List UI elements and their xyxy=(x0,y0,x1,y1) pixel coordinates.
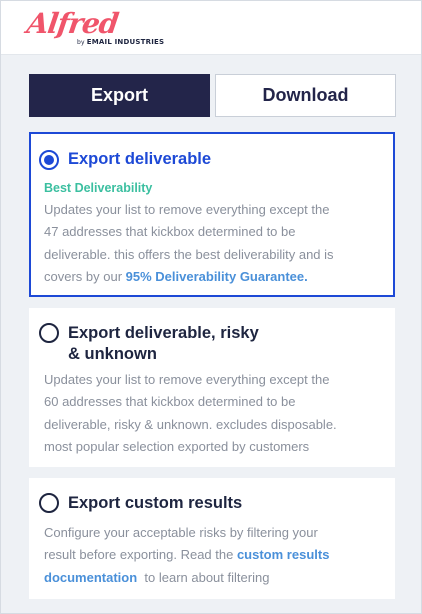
best-deliverability-badge: Best Deliverability xyxy=(44,181,153,195)
logo-wordmark: Alfred xyxy=(24,7,120,40)
radio-export-deliverable-risky-unknown[interactable] xyxy=(39,323,59,343)
radio-export-deliverable[interactable] xyxy=(39,150,59,170)
option-description: Updates your list to remove everything e… xyxy=(44,202,334,284)
option-title-line1: Export deliverable, risky xyxy=(68,324,259,342)
option-export-deliverable-risky-unknown[interactable]: Export deliverable, risky & unknown Upda… xyxy=(29,308,395,467)
option-title-line2: & unknown xyxy=(68,345,157,363)
option-title: Export deliverable xyxy=(68,150,212,168)
alfred-logo: Alfred by EMAIL INDUSTRIES xyxy=(24,7,167,49)
custom-results-link[interactable]: custom results xyxy=(237,547,329,562)
export-tabs: Export Download xyxy=(29,74,396,117)
export-panel: Alfred by EMAIL INDUSTRIES Export Downloa… xyxy=(0,0,422,614)
header: Alfred by EMAIL INDUSTRIES xyxy=(1,1,421,55)
tab-export[interactable]: Export xyxy=(29,74,210,117)
tab-download[interactable]: Download xyxy=(215,74,396,117)
option-export-deliverable[interactable]: Export deliverable Best Deliverability U… xyxy=(29,132,395,297)
documentation-link[interactable]: documentation xyxy=(44,570,137,585)
deliverability-guarantee-link[interactable]: 95% Deliverability Guarantee. xyxy=(126,269,308,284)
option-title: Export custom results xyxy=(68,494,243,512)
option-export-custom-results[interactable]: Export custom results Configure your acc… xyxy=(29,478,395,599)
radio-export-custom-results[interactable] xyxy=(39,493,59,513)
logo-tagline: by EMAIL INDUSTRIES xyxy=(77,38,165,46)
option-description: Configure your acceptable risks by filte… xyxy=(44,525,330,585)
option-description: Updates your list to remove everything e… xyxy=(44,372,337,454)
